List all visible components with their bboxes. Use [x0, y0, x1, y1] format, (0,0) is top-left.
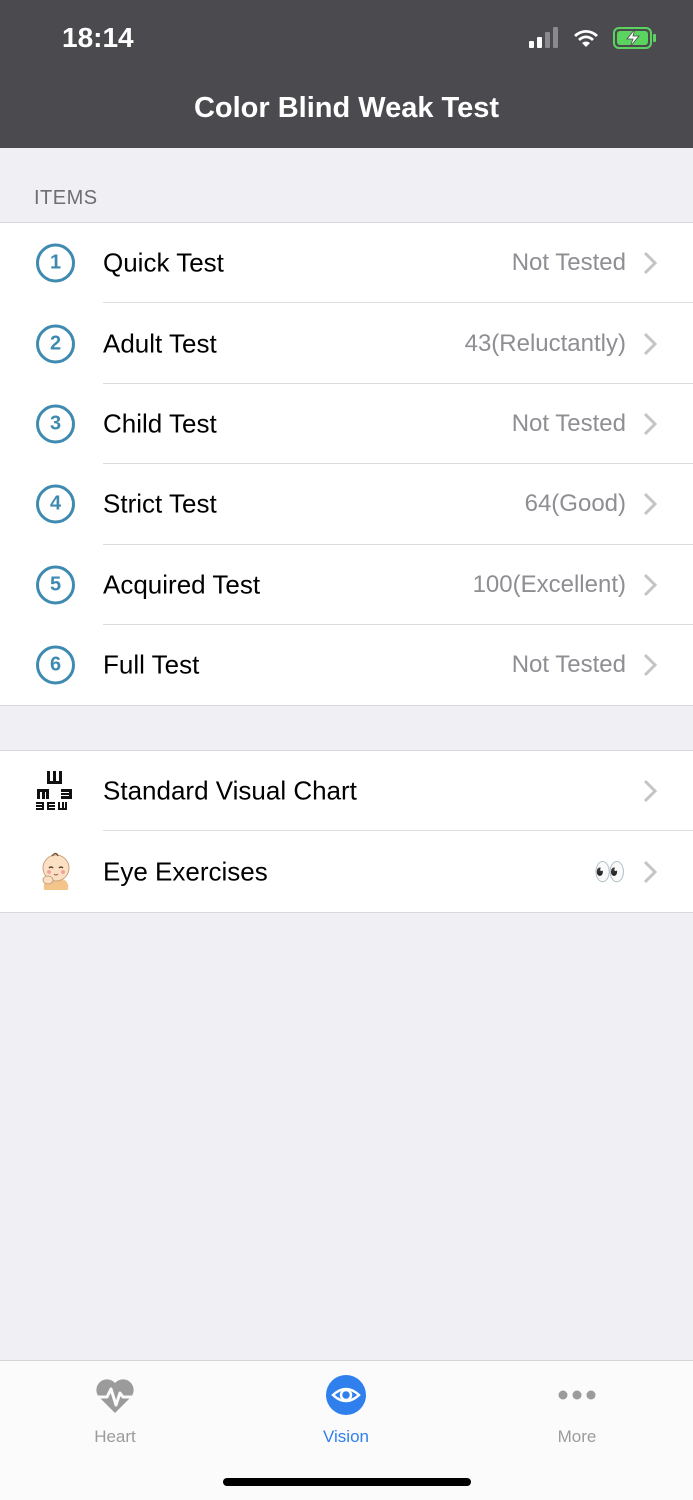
status-icons — [529, 26, 657, 50]
chevron-right-icon — [643, 332, 657, 355]
row-detail: Not Tested — [511, 651, 626, 679]
more-dots-icon — [558, 1390, 596, 1400]
chevron-right-icon — [643, 654, 657, 677]
row-detail: Not Tested — [511, 409, 626, 437]
row-label: Acquired Test — [103, 569, 261, 600]
list-item-eye-exercises[interactable]: Eye Exercises 👀 — [0, 831, 693, 911]
row-detail: 64(Good) — [524, 490, 626, 518]
row-detail: 43(Reluctantly) — [464, 329, 626, 357]
chevron-right-icon — [643, 252, 657, 275]
list-item-child-test[interactable]: 3 Child Test Not Tested — [0, 384, 693, 465]
chevron-right-icon — [643, 412, 657, 436]
number-3-icon: 3 — [36, 404, 75, 444]
page-title: Color Blind Weak Test — [193, 92, 500, 124]
number-2-icon: 2 — [36, 324, 75, 364]
eye-icon — [326, 1375, 366, 1415]
row-label: Quick Test — [103, 247, 224, 278]
chevron-right-icon — [643, 493, 657, 516]
baby-face-icon — [42, 852, 70, 890]
number-6-icon: 6 — [36, 645, 75, 685]
row-label: Strict Test — [103, 488, 217, 519]
tab-heart[interactable]: Heart — [55, 1373, 175, 1447]
home-indicator[interactable] — [223, 1478, 471, 1486]
eyes-emoji: 👀 — [593, 856, 626, 887]
chevron-right-icon — [643, 860, 657, 883]
tab-more[interactable]: More — [517, 1373, 637, 1447]
row-label: Child Test — [103, 408, 217, 439]
list-item-standard-visual-chart[interactable]: Standard Visual Chart — [0, 751, 693, 832]
wifi-icon — [574, 30, 598, 47]
row-label: Eye Exercises — [103, 856, 268, 887]
cellular-signal-icon — [529, 27, 558, 48]
chevron-right-icon — [643, 573, 657, 596]
row-detail: Not Tested — [511, 249, 626, 277]
row-label: Adult Test — [103, 328, 217, 359]
heart-pulse-icon — [96, 1379, 134, 1413]
test-items-list: 1 Quick Test Not Tested 2 Adult Test 43(… — [0, 222, 693, 707]
list-item-adult-test[interactable]: 2 Adult Test 43(Reluctantly) — [0, 303, 693, 384]
row-detail: 100(Excellent) — [472, 570, 626, 598]
section-header-items: ITEMS — [34, 187, 98, 209]
number-5-icon: 5 — [36, 565, 75, 605]
row-label: Full Test — [103, 649, 200, 680]
list-item-strict-test[interactable]: 4 Strict Test 64(Good) — [0, 464, 693, 545]
list-item-acquired-test[interactable]: 5 Acquired Test 100(Excellent) — [0, 545, 693, 625]
tab-vision[interactable]: Vision — [286, 1373, 406, 1447]
row-label: Standard Visual Chart — [103, 775, 357, 806]
status-time: 18:14 — [62, 22, 134, 53]
battery-charging-icon — [613, 27, 656, 49]
eye-chart-icon — [36, 771, 72, 811]
chevron-right-icon — [643, 780, 657, 803]
number-4-icon: 4 — [36, 484, 75, 524]
list-item-full-test[interactable]: 6 Full Test Not Tested — [0, 625, 693, 705]
extras-list: Standard Visual Chart Eye Exercises 👀 — [0, 750, 693, 913]
tab-label: Vision — [323, 1427, 369, 1446]
tab-label: More — [557, 1427, 597, 1446]
number-1-icon: 1 — [36, 243, 75, 283]
list-item-quick-test[interactable]: 1 Quick Test Not Tested — [0, 223, 693, 304]
navigation-header: 18:14 Color Blind Weak Test — [0, 0, 693, 148]
tab-label: Heart — [94, 1427, 136, 1446]
